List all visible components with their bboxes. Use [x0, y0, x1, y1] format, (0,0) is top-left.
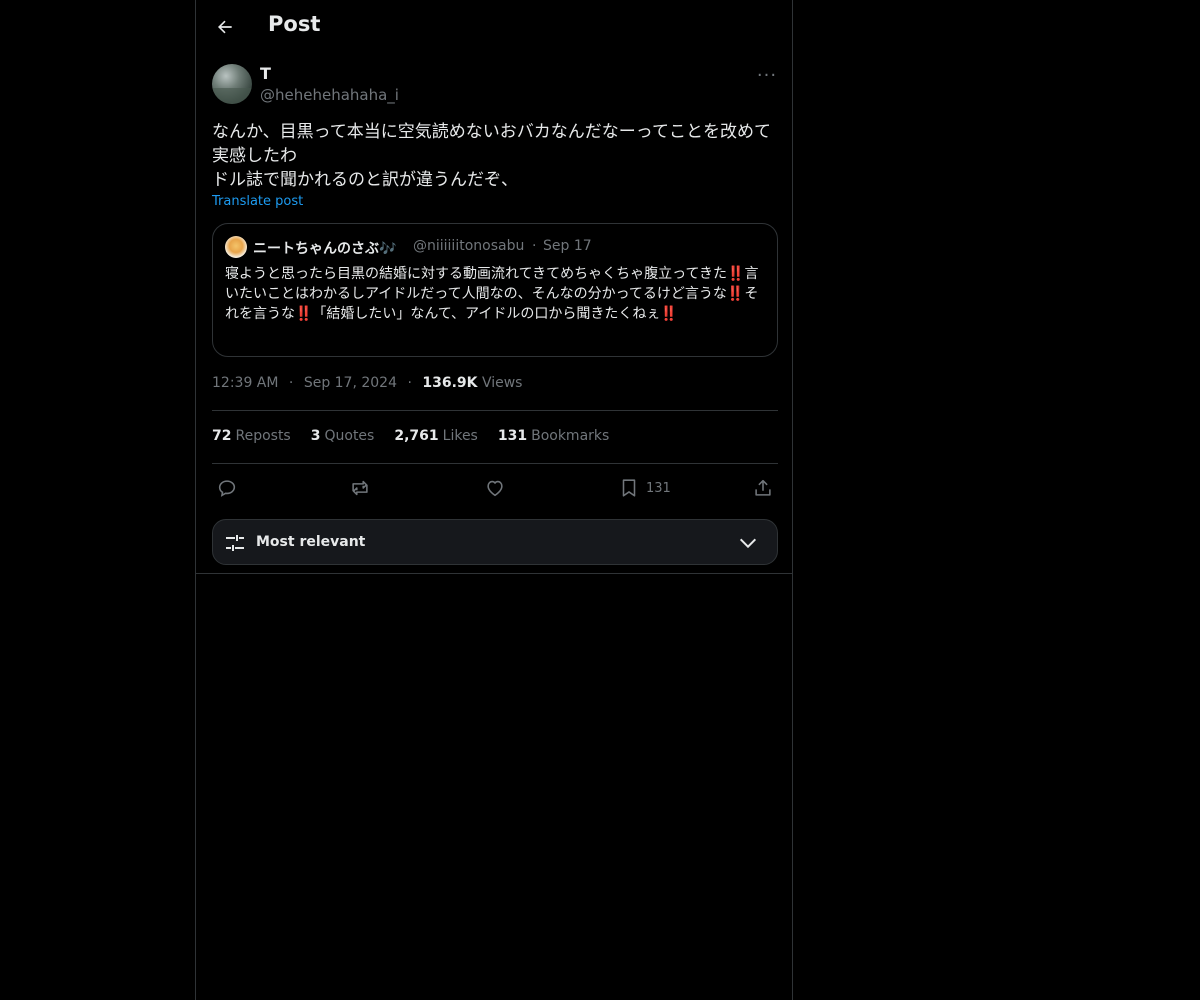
reply-sort-dropdown[interactable]: Most relevant: [212, 519, 778, 565]
share-button[interactable]: [752, 474, 774, 502]
author-display-name[interactable]: T: [260, 64, 271, 83]
meta-separator: ·: [288, 375, 294, 391]
quotes-count: 3: [310, 428, 321, 444]
post-text-line: なんか、目黒って本当に空気読めないおバカなんだなーってことを改めて: [212, 122, 771, 142]
divider: [196, 573, 792, 574]
heart-icon: [487, 480, 503, 497]
quote-avatar: [225, 236, 247, 258]
likes-count: 2,761: [394, 428, 439, 444]
more-icon: ···: [756, 64, 778, 86]
likes-stat[interactable]: 2,761 Likes: [394, 428, 478, 444]
like-button[interactable]: [484, 474, 506, 502]
quoted-post[interactable]: ニートちゃんのさぶ🎶 @niiiiiitonosabu · Sep 17 寝よう…: [212, 223, 778, 357]
chevron-down-icon: [739, 538, 757, 549]
repost-button[interactable]: [349, 474, 371, 502]
sort-label: Most relevant: [256, 534, 366, 550]
likes-label: Likes: [442, 428, 478, 444]
engagement-stats: 72 Reposts 3 Quotes 2,761 Likes 131 Bookmark…: [212, 428, 609, 444]
sliders-icon: [226, 535, 244, 551]
quote-date: Sep 17: [543, 238, 592, 254]
bookmark-button[interactable]: 131: [618, 474, 671, 502]
bookmarks-count: 131: [497, 428, 528, 444]
post-date[interactable]: Sep 17, 2024: [304, 375, 397, 391]
share-icon: [755, 479, 771, 496]
reply-button[interactable]: [216, 474, 238, 502]
main-column: Post T @hehehehahaha_i ··· なんか、目黒って本当に空気…: [195, 0, 793, 1000]
quote-handle: @niiiiiitonosabu: [413, 238, 525, 254]
repost-icon: [352, 480, 368, 496]
post-text-line: 実感したわ: [212, 146, 297, 166]
reposts-count: 72: [212, 428, 232, 444]
bookmark-icon: [622, 479, 636, 497]
divider: [212, 463, 778, 464]
bookmarks-stat[interactable]: 131 Bookmarks: [498, 428, 609, 444]
reply-icon: [218, 480, 236, 497]
reposts-stat[interactable]: 72 Reposts: [212, 428, 291, 444]
quotes-label: Quotes: [324, 428, 375, 444]
back-button[interactable]: [212, 14, 238, 40]
quote-separator: ·: [532, 238, 537, 254]
page-title: Post: [268, 12, 321, 36]
bookmark-count: 131: [646, 480, 671, 496]
quote-text: 寝ようと思ったら目黒の結婚に対する動画流れてきてめちゃくちゃ腹立ってきた‼️言い…: [225, 266, 759, 322]
author-handle[interactable]: @hehehehahaha_i: [260, 86, 399, 104]
post-meta: 12:39 AM · Sep 17, 2024 · 136.9K Views: [212, 375, 522, 391]
arrow-left-icon: [218, 20, 232, 34]
post-time[interactable]: 12:39 AM: [212, 375, 278, 391]
translate-post-link[interactable]: Translate post: [212, 194, 303, 209]
quotes-stat[interactable]: 3 Quotes: [311, 428, 375, 444]
more-options-button[interactable]: ···: [752, 62, 782, 88]
meta-separator: ·: [407, 375, 412, 391]
views-label: Views: [481, 375, 523, 391]
views-count: 136.9K: [422, 375, 478, 391]
divider: [212, 410, 778, 411]
post-text: なんか、目黒って本当に空気読めないおバカなんだなーってことを改めて 実感したわ …: [212, 120, 778, 192]
bookmarks-label: Bookmarks: [531, 428, 610, 444]
post-text-line: ドル誌で聞かれるのと訳が違うんだぞ、: [212, 170, 518, 190]
quote-display-name: ニートちゃんのさぶ🎶: [253, 241, 397, 257]
avatar[interactable]: [212, 64, 252, 104]
reposts-label: Reposts: [235, 428, 291, 444]
